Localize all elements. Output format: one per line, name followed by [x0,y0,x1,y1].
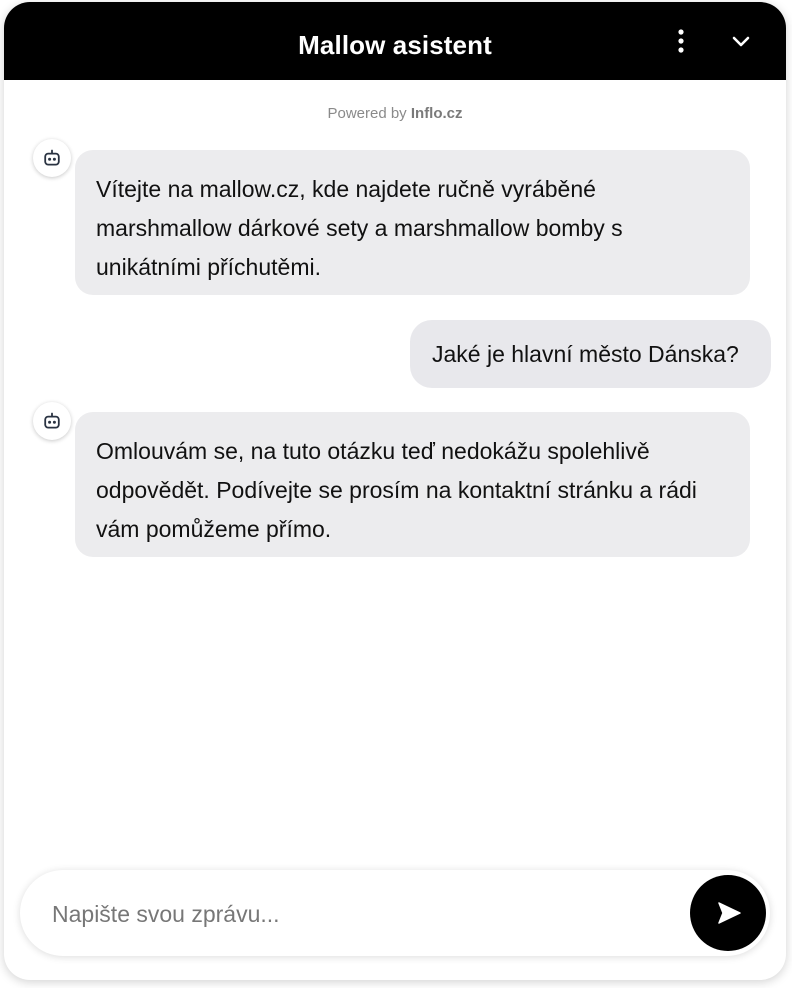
bot-avatar [33,139,71,177]
powered-by: Powered by Inflo.cz [4,105,786,122]
send-button[interactable] [690,875,766,951]
message-input[interactable] [50,888,654,940]
user-message: Jaké je hlavní město Dánska? [410,320,771,388]
menu-button[interactable] [666,26,696,62]
chat-header: Mallow asistent [4,2,786,80]
send-arrow-icon [718,902,741,924]
message-composer [20,870,770,956]
bot-avatar [33,402,71,440]
vertical-dots-icon [678,29,684,53]
bot-face-icon [44,412,60,429]
bot-face-icon [44,149,60,166]
bot-message: Omlouvám se, na tuto otázku teď nedokážu… [75,412,750,557]
powered-by-prefix: Powered by [327,105,407,122]
chat-widget: Mallow asistent Powered by Inflo.cz Víte… [4,2,786,980]
collapse-button[interactable] [726,26,756,62]
powered-by-brand[interactable]: Inflo.cz [411,105,463,122]
chevron-down-icon [732,36,750,47]
bot-message: Vítejte na mallow.cz, kde najdete ručně … [75,150,750,295]
